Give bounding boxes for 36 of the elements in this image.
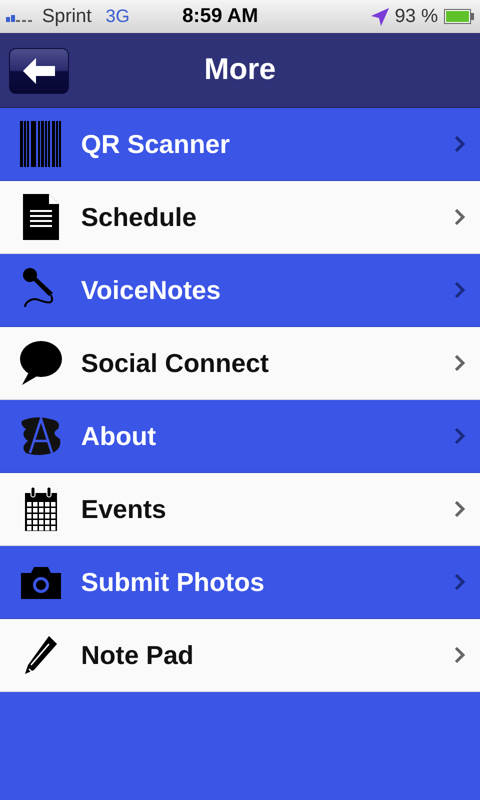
chevron-icon: [454, 646, 466, 664]
camera-icon: [21, 565, 61, 599]
carrier-name: Sprint: [42, 6, 92, 28]
menu-item-label: QR Scanner: [81, 128, 231, 160]
document-icon: [23, 194, 59, 240]
barcode-icon: [20, 121, 62, 167]
location-arrow-icon: [370, 8, 389, 26]
menu-item-label: Submit Photos: [81, 566, 266, 598]
chevron-icon: [454, 573, 466, 591]
menu-item-label: Schedule: [81, 202, 198, 232]
menu-item-label: Note Pad: [81, 640, 195, 670]
menu-item[interactable]: Schedule: [0, 181, 480, 254]
pencil-icon: [23, 634, 59, 676]
clock-time: 8:59 AM: [181, 5, 260, 28]
speech-bubble-icon: [19, 340, 63, 386]
menu-item-label: About: [81, 420, 158, 452]
left-arrow-icon: [23, 58, 55, 84]
menu-item-label: Events: [81, 494, 168, 524]
network-type: 3G: [106, 6, 130, 27]
battery-percent: 93 %: [394, 6, 438, 28]
letter-a-icon: [20, 415, 62, 457]
back-button[interactable]: [9, 48, 69, 94]
menu-item[interactable]: Social Connect: [0, 327, 480, 400]
chevron-icon: [454, 354, 466, 372]
chevron-icon: [454, 500, 466, 518]
chevron-icon: [454, 281, 466, 299]
battery-icon: [444, 9, 474, 24]
chevron-icon: [454, 208, 466, 226]
menu-item[interactable]: Note Pad: [0, 619, 480, 692]
menu-item[interactable]: Events: [0, 473, 480, 546]
menu-item-label: Social Connect: [81, 348, 270, 378]
menu-item-label: VoiceNotes: [81, 274, 222, 306]
chevron-icon: [454, 427, 466, 445]
screen-title: More: [204, 53, 276, 87]
chevron-icon: [454, 135, 466, 153]
calendar-icon: [25, 487, 57, 531]
